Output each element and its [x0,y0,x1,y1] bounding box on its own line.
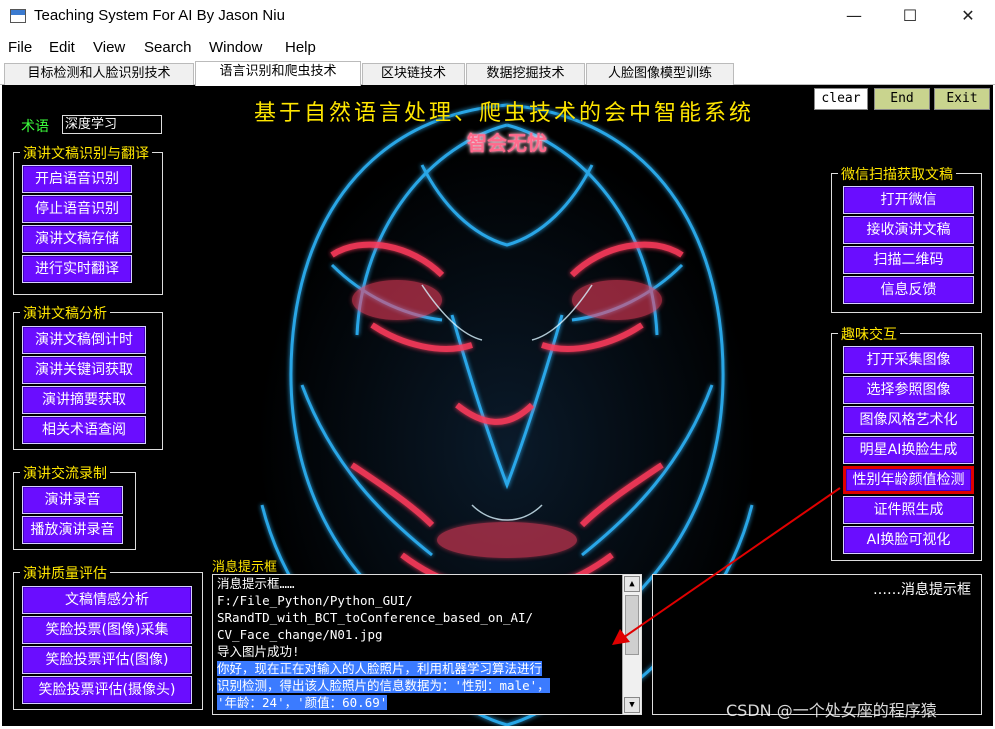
save-speech-script-button[interactable]: 演讲文稿存储 [22,225,132,253]
feedback-button[interactable]: 信息反馈 [843,276,974,304]
countdown-button[interactable]: 演讲文稿倒计时 [22,326,146,354]
scroll-thumb[interactable] [625,595,639,655]
record-group-title: 演讲交流录制 [20,463,110,483]
smile-vote-collect-button[interactable]: 笑脸投票(图像)采集 [22,616,192,644]
speech-group: 演讲文稿识别与翻译 开启语音识别 停止语音识别 演讲文稿存储 进行实时翻译 [13,143,163,295]
menu-edit[interactable]: Edit [49,39,75,56]
title-bar: Teaching System For AI By Jason Niu — ☐ … [0,0,995,34]
main-panel: 基于自然语言处理、爬虫技术的会中智能系统 智会无忧 术语 深度学习 clear … [2,85,993,726]
menu-file[interactable]: File [8,39,32,56]
fun-group: 趣味交互 打开采集图像 选择参照图像 图像风格艺术化 明星AI换脸生成 性别年龄… [831,324,982,561]
summary-button[interactable]: 演讲摘要获取 [22,386,146,414]
menu-help[interactable]: Help [285,39,316,56]
wechat-group-title: 微信扫描获取文稿 [838,164,956,184]
fun-group-title: 趣味交互 [838,324,900,344]
tab-blockchain[interactable]: 区块链技术 [362,63,465,85]
menu-bar: File Edit View Search Window Help [0,37,995,59]
message-scrollbar[interactable]: ▲ ▼ [622,575,641,714]
smile-vote-camera-button[interactable]: 笑脸投票评估(摄像头) [22,676,192,704]
tab-object-detection[interactable]: 目标检测和人脸识别技术 [4,63,194,85]
select-reference-button[interactable]: 选择参照图像 [843,376,974,404]
message-line: F:/File_Python/Python_GUI/ [217,593,413,608]
scroll-up-icon[interactable]: ▲ [624,576,640,592]
message-line: SRandTD_with_BCT_toConference_based_on_A… [217,610,534,625]
sentiment-analysis-button[interactable]: 文稿情感分析 [22,586,192,614]
menu-view[interactable]: View [93,39,125,56]
analysis-group-title: 演讲文稿分析 [20,303,110,323]
tab-face-model-training[interactable]: 人脸图像模型训练 [586,63,734,85]
message-line: CV_Face_change/N01.jpg [217,627,383,642]
subtitle: 智会无忧 [467,131,547,155]
menu-window[interactable]: Window [209,39,262,56]
gender-age-beauty-button[interactable]: 性别年龄颜值检测 [843,466,974,494]
quality-group: 演讲质量评估 文稿情感分析 笑脸投票(图像)采集 笑脸投票评估(图像) 笑脸投票… [13,563,203,710]
scan-qrcode-button[interactable]: 扫描二维码 [843,246,974,274]
capture-image-button[interactable]: 打开采集图像 [843,346,974,374]
keyword-button[interactable]: 演讲关键词获取 [22,356,146,384]
window-title: Teaching System For AI By Jason Niu [34,7,285,24]
selected-message-line: 你好，现在正在对输入的人脸照片，利用机器学习算法进行 [217,661,543,676]
scroll-down-icon[interactable]: ▼ [624,697,640,713]
message-box-label: 消息提示框 [212,560,278,575]
quality-group-title: 演讲质量评估 [20,563,110,583]
right-message-box[interactable]: ……消息提示框 [652,574,982,715]
message-textbox[interactable]: 消息提示框…… F:/File_Python/Python_GUI/ SRand… [212,574,642,715]
open-wechat-button[interactable]: 打开微信 [843,186,974,214]
selected-message-line: '年龄：24'，'颜值：60.69' [217,695,388,710]
play-audio-button[interactable]: 播放演讲录音 [22,516,123,544]
term-input[interactable]: 深度学习 [62,115,162,134]
watermark: CSDN @一个处女座的程序猿 [726,701,937,720]
menu-search[interactable]: Search [144,39,192,56]
term-label: 术语 [21,119,49,135]
star-faceswap-button[interactable]: 明星AI换脸生成 [843,436,974,464]
minimize-button[interactable]: — [831,4,877,30]
clear-button[interactable]: clear [814,88,868,110]
faceswap-visualize-button[interactable]: AI换脸可视化 [843,526,974,554]
start-speech-recognition-button[interactable]: 开启语音识别 [22,165,132,193]
stop-speech-recognition-button[interactable]: 停止语音识别 [22,195,132,223]
right-message-label: ……消息提示框 [873,582,971,598]
selected-message-line: 识别检测，得出该人脸照片的信息数据为：'性别：male'， [217,678,550,693]
app-icon [10,9,26,23]
style-transfer-button[interactable]: 图像风格艺术化 [843,406,974,434]
tab-bar: 目标检测和人脸识别技术 语言识别和爬虫技术 区块链技术 数据挖掘技术 人脸图像模… [0,61,995,86]
speech-group-title: 演讲文稿识别与翻译 [20,143,152,163]
end-button[interactable]: End [874,88,930,110]
message-line: 消息提示框…… [217,576,295,591]
close-button[interactable]: ✕ [945,4,991,30]
smile-vote-image-button[interactable]: 笑脸投票评估(图像) [22,646,192,674]
maximize-button[interactable]: ☐ [887,4,933,30]
record-group: 演讲交流录制 演讲录音 播放演讲录音 [13,463,136,550]
message-line: 导入图片成功! [217,644,300,659]
record-audio-button[interactable]: 演讲录音 [22,486,123,514]
tab-data-mining[interactable]: 数据挖掘技术 [466,63,585,85]
term-lookup-button[interactable]: 相关术语查阅 [22,416,146,444]
receive-script-button[interactable]: 接收演讲文稿 [843,216,974,244]
id-photo-button[interactable]: 证件照生成 [843,496,974,524]
realtime-translate-button[interactable]: 进行实时翻译 [22,255,132,283]
tab-speech-crawler[interactable]: 语言识别和爬虫技术 [195,61,361,86]
exit-button[interactable]: Exit [934,88,990,110]
analysis-group: 演讲文稿分析 演讲文稿倒计时 演讲关键词获取 演讲摘要获取 相关术语查阅 [13,303,163,450]
wechat-group: 微信扫描获取文稿 打开微信 接收演讲文稿 扫描二维码 信息反馈 [831,164,982,313]
page-title: 基于自然语言处理、爬虫技术的会中智能系统 [253,101,754,126]
